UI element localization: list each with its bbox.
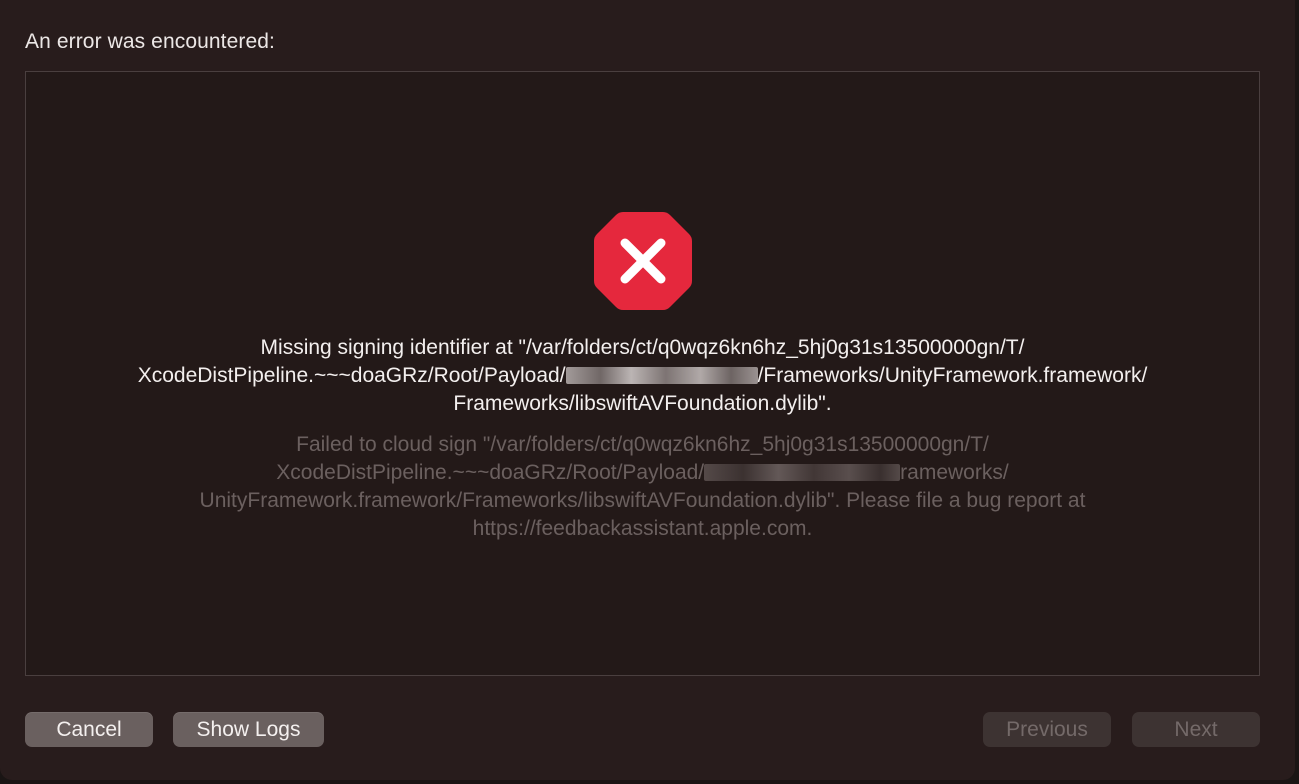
redacted-text [704,464,901,481]
next-button[interactable]: Next [1132,712,1260,747]
secondary-message-text: rameworks/ [900,461,1009,484]
error-stop-icon [594,212,692,310]
secondary-message-line: https://feedbackassistant.apple.com. [472,517,813,540]
secondary-message-text: XcodeDistPipeline.~~~doaGRz/Root/Payload… [276,461,705,484]
show-logs-button[interactable]: Show Logs [173,712,324,747]
error-content-box: Missing signing identifier at "/var/fold… [25,71,1260,676]
cancel-button[interactable]: Cancel [25,712,153,747]
secondary-error-message: Failed to cloud sign "/var/folders/ct/q0… [116,431,1169,543]
dialog-header: An error was encountered: [25,30,275,53]
primary-message-text: /Frameworks/UnityFramework.framework/ [757,364,1148,387]
primary-message-text: XcodeDistPipeline.~~~doaGRz/Root/Payload… [137,364,566,387]
primary-error-message: Missing signing identifier at "/var/fold… [66,334,1219,418]
primary-message-line: Missing signing identifier at "/var/fold… [260,336,1025,359]
previous-button[interactable]: Previous [983,712,1111,747]
secondary-message-line: Failed to cloud sign "/var/folders/ct/q0… [296,433,989,456]
secondary-message-line: UnityFramework.framework/Frameworks/libs… [199,489,1086,512]
secondary-message-line: XcodeDistPipeline.~~~doaGRz/Root/Payload… [116,459,1169,487]
error-dialog: An error was encountered: Missing signin… [0,0,1295,780]
primary-message-line: XcodeDistPipeline.~~~doaGRz/Root/Payload… [66,362,1219,390]
redacted-text [565,367,758,384]
primary-message-line: Frameworks/libswiftAVFoundation.dylib". [453,392,832,415]
